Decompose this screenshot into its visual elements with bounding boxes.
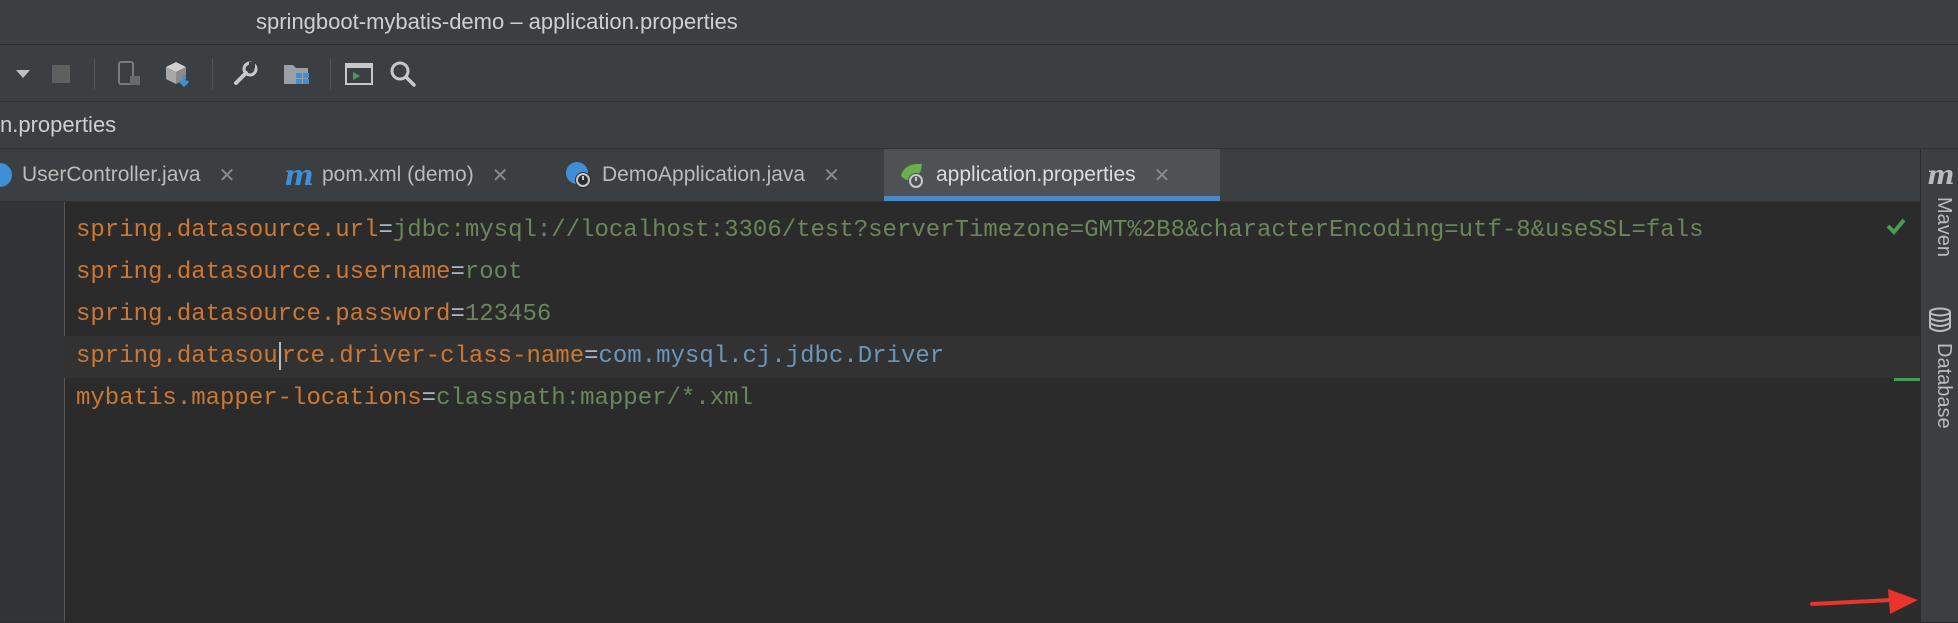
code-line-current[interactable]: spring.datasou rce.driver-class-name=com.…	[64, 336, 1926, 378]
property-value: com.mysql.cj.jdbc.Driver	[598, 343, 945, 370]
equals-sign: =	[450, 301, 465, 328]
search-icon[interactable]	[386, 57, 420, 91]
property-key: spring.datasou	[76, 343, 278, 370]
property-key: rce.driver-class-name	[281, 343, 585, 370]
editor-tab-bar: UserController.java ✕ m pom.xml (demo) ✕…	[0, 149, 1920, 202]
maven-m-icon: m	[284, 158, 314, 192]
tab-label: UserController.java	[22, 163, 201, 186]
property-key: spring.datasource.url	[76, 217, 379, 244]
dropdown-arrow-icon[interactable]	[6, 57, 40, 91]
editor-gutter	[0, 202, 65, 622]
code-line[interactable]: spring.datasource.url=jdbc:mysql://local…	[76, 210, 1876, 252]
tab-application-properties[interactable]: application.properties ✕	[884, 149, 1220, 201]
tab-pom-xml[interactable]: m pom.xml (demo) ✕	[284, 149, 554, 201]
change-marker	[1894, 378, 1920, 381]
spring-app-icon	[564, 160, 594, 190]
tab-user-controller[interactable]: UserController.java ✕	[0, 149, 268, 201]
equals-sign: =	[421, 385, 437, 412]
code-content[interactable]: spring.datasource.url=jdbc:mysql://local…	[64, 210, 1926, 420]
right-tool-strip: m Maven Database	[1920, 149, 1958, 622]
settings-wrench-icon[interactable]	[228, 57, 262, 91]
text-caret	[278, 341, 281, 370]
equals-sign: =	[450, 259, 465, 286]
property-value: classpath:mapper/*.xml	[436, 385, 753, 412]
project-structure-icon[interactable]	[280, 57, 314, 91]
tab-label: pom.xml (demo)	[322, 163, 474, 186]
java-class-icon	[0, 160, 14, 190]
tab-label: DemoApplication.java	[602, 163, 806, 186]
tab-label: application.properties	[936, 163, 1136, 186]
property-key: spring.datasource.username	[76, 259, 451, 286]
main-toolbar	[0, 45, 1958, 102]
breadcrumb[interactable]: n.properties	[0, 112, 116, 138]
toolbar-separator	[212, 59, 213, 89]
window-title: springboot-mybatis-demo – application.pr…	[256, 9, 738, 34]
close-icon[interactable]: ✕	[823, 163, 840, 188]
code-line[interactable]: spring.datasource.password=123456	[76, 294, 1876, 336]
toolbar-separator	[330, 59, 331, 89]
annotation-arrow-icon	[1810, 588, 1920, 623]
equals-sign: =	[378, 217, 393, 244]
stop-icon[interactable]	[44, 57, 78, 91]
database-icon[interactable]	[1928, 307, 1952, 338]
toolbar-separator	[94, 59, 95, 89]
close-icon[interactable]: ✕	[219, 163, 236, 188]
property-key: spring.datasource.password	[76, 301, 451, 328]
no-problems-check-icon[interactable]	[1884, 214, 1908, 243]
terminal-icon[interactable]	[342, 57, 376, 91]
tab-demo-application[interactable]: DemoApplication.java ✕	[564, 149, 880, 201]
property-key: mybatis.mapper-locations	[76, 385, 422, 412]
database-tool-tab[interactable]: Database	[1925, 343, 1955, 429]
equals-sign: =	[584, 343, 599, 370]
spring-properties-icon	[898, 160, 928, 190]
maven-m-icon[interactable]: m	[1927, 161, 1955, 191]
title-bar: springboot-mybatis-demo – application.pr…	[0, 0, 1958, 45]
code-line[interactable]: spring.datasource.username=root	[76, 252, 1876, 294]
property-value: root	[464, 259, 523, 286]
code-editor[interactable]: spring.datasource.url=jdbc:mysql://local…	[0, 202, 1926, 623]
close-icon[interactable]: ✕	[1154, 163, 1171, 188]
code-line[interactable]: mybatis.mapper-locations=classpath:mappe…	[76, 378, 1876, 420]
property-value: jdbc:mysql://localhost:3306/test?serverT…	[392, 217, 1704, 244]
property-value: 123456	[464, 301, 552, 328]
close-icon[interactable]: ✕	[492, 163, 509, 188]
build-package-icon[interactable]	[160, 57, 194, 91]
device-icon[interactable]	[112, 57, 146, 91]
maven-tool-tab[interactable]: Maven	[1925, 197, 1955, 257]
navigation-bar: n.properties	[0, 102, 1958, 149]
